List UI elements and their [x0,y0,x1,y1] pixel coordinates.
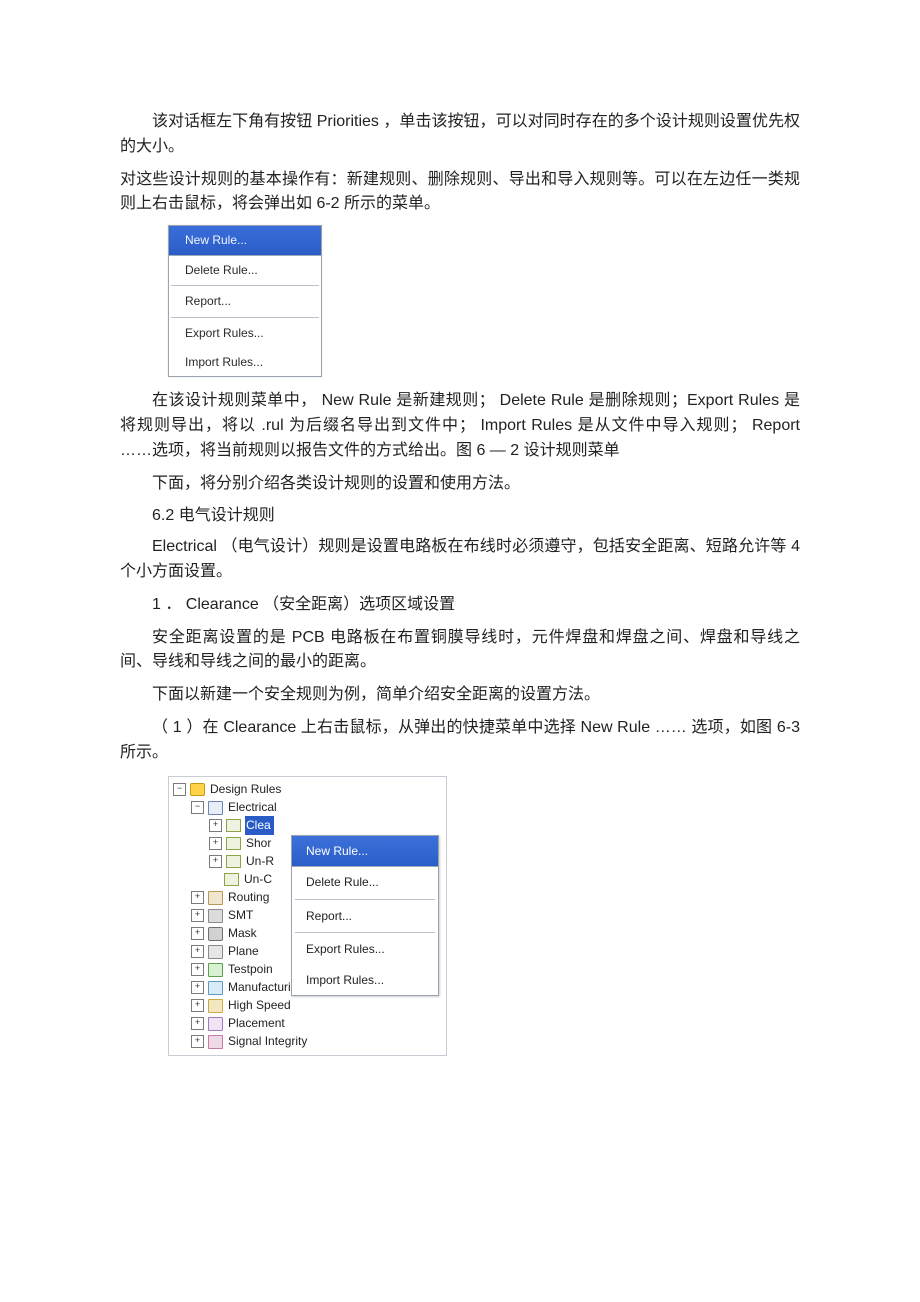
expander-icon[interactable]: + [191,1017,204,1030]
popup-item-export-rules[interactable]: Export Rules... [292,934,438,965]
placement-icon [208,1017,223,1031]
paragraph-electrical: Electrical （电气设计）规则是设置电路板在布线时必须遵守，包括安全距离… [120,535,800,585]
tree-label: Design Rules [209,780,284,799]
expander-icon[interactable]: − [191,801,204,814]
expander-icon[interactable]: + [191,981,204,994]
tree-node-signal-integrity[interactable]: + Signal Integrity [173,1033,446,1051]
menu-separator [295,932,435,933]
expander-icon[interactable]: − [173,783,186,796]
expander-icon[interactable]: + [191,927,204,940]
rule-icon [226,855,241,869]
tree-label: SMT [227,906,256,925]
expander-icon[interactable]: + [209,837,222,850]
menu-item-delete-rule[interactable]: Delete Rule... [169,256,321,285]
paragraph-intro-following: 下面，将分别介绍各类设计规则的设置和使用方法。 [120,472,800,497]
tree-node-placement[interactable]: + Placement [173,1015,446,1033]
expander-icon[interactable]: + [191,1035,204,1048]
paragraph-step-1: （ 1 ）在 Clearance 上右击鼠标，从弹出的快捷菜单中选择 New R… [120,716,800,766]
paragraph-example-intro: 下面以新建一个安全规则为例，简单介绍安全距离的设置方法。 [120,683,800,708]
menu-separator [171,317,319,318]
tree-label-selected: Clea [245,816,274,835]
signal-integrity-icon [208,1035,223,1049]
rule-icon [226,837,241,851]
paragraph-clearance-desc: 安全距离设置的是 PCB 电路板在布置铜膜导线时，元件焊盘和焊盘之间、焊盘和导线… [120,626,800,676]
section-6-2-title: 6.2 电气设计规则 [120,504,800,529]
popup-item-report[interactable]: Report... [292,901,438,932]
tree-label: Plane [227,942,262,961]
tree-label: Shor [245,834,274,853]
fig-6-3-rules-tree: − Design Rules − Electrical + Clea [168,776,447,1056]
menu-separator [295,899,435,900]
rule-icon [224,873,239,887]
testpoint-icon [208,963,223,977]
menu-item-report[interactable]: Report... [169,287,321,316]
expander-blank [209,874,220,885]
tree-label: Placement [227,1014,288,1033]
category-icon [208,801,223,815]
context-menu-popup: New Rule... Delete Rule... Report... Exp… [291,835,439,997]
menu-item-new-rule[interactable]: New Rule... [169,226,321,256]
rule-icon [226,819,241,833]
popup-item-delete-rule[interactable]: Delete Rule... [292,867,438,898]
tree-node-electrical[interactable]: − Electrical [173,799,446,817]
menu-item-import-rules[interactable]: Import Rules... [169,348,321,377]
popup-item-import-rules[interactable]: Import Rules... [292,965,438,996]
expander-icon[interactable]: + [191,891,204,904]
mask-icon [208,927,223,941]
paragraph-menu-explain: 在该设计规则菜单中， New Rule 是新建规则； Delete Rule 是… [120,389,800,463]
paragraph-clearance-title: 1 ． Clearance （安全距离）选项区域设置 [120,593,800,618]
tree-label: High Speed [227,996,294,1015]
paragraph-basic-ops: 对这些设计规则的基本操作有：新建规则、删除规则、导出和导入规则等。可以在左边任一… [120,168,800,218]
expander-icon[interactable]: + [209,819,222,832]
tree-node-high-speed[interactable]: + High Speed [173,997,446,1015]
high-speed-icon [208,999,223,1013]
tree-label: Un-R [245,852,277,871]
plane-icon [208,945,223,959]
expander-icon[interactable]: + [191,945,204,958]
expander-icon[interactable]: + [191,963,204,976]
design-rules-tree: − Design Rules − Electrical + Clea [173,781,446,1051]
tree-label: Electrical [227,798,280,817]
tree-label: Signal Integrity [227,1032,310,1051]
tree-node-clearance[interactable]: + Clea [173,817,446,835]
tree-label: Un-C [243,870,275,889]
expander-icon[interactable]: + [191,999,204,1012]
popup-item-new-rule[interactable]: New Rule... [292,836,438,868]
smt-icon [208,909,223,923]
routing-icon [208,891,223,905]
menu-item-export-rules[interactable]: Export Rules... [169,319,321,348]
tree-label: Mask [227,924,260,943]
paragraph-priorities: 该对话框左下角有按钮 Priorities ，单击该按钮，可以对同时存在的多个设… [120,110,800,160]
folder-icon [190,783,205,797]
tree-label: Testpoin [227,960,276,979]
fig-6-2-context-menu: New Rule... Delete Rule... Report... Exp… [168,225,322,377]
expander-icon[interactable]: + [191,909,204,922]
tree-node-design-rules[interactable]: − Design Rules [173,781,446,799]
expander-icon[interactable]: + [209,855,222,868]
manufacturing-icon [208,981,223,995]
menu-separator [171,285,319,286]
tree-label: Routing [227,888,272,907]
